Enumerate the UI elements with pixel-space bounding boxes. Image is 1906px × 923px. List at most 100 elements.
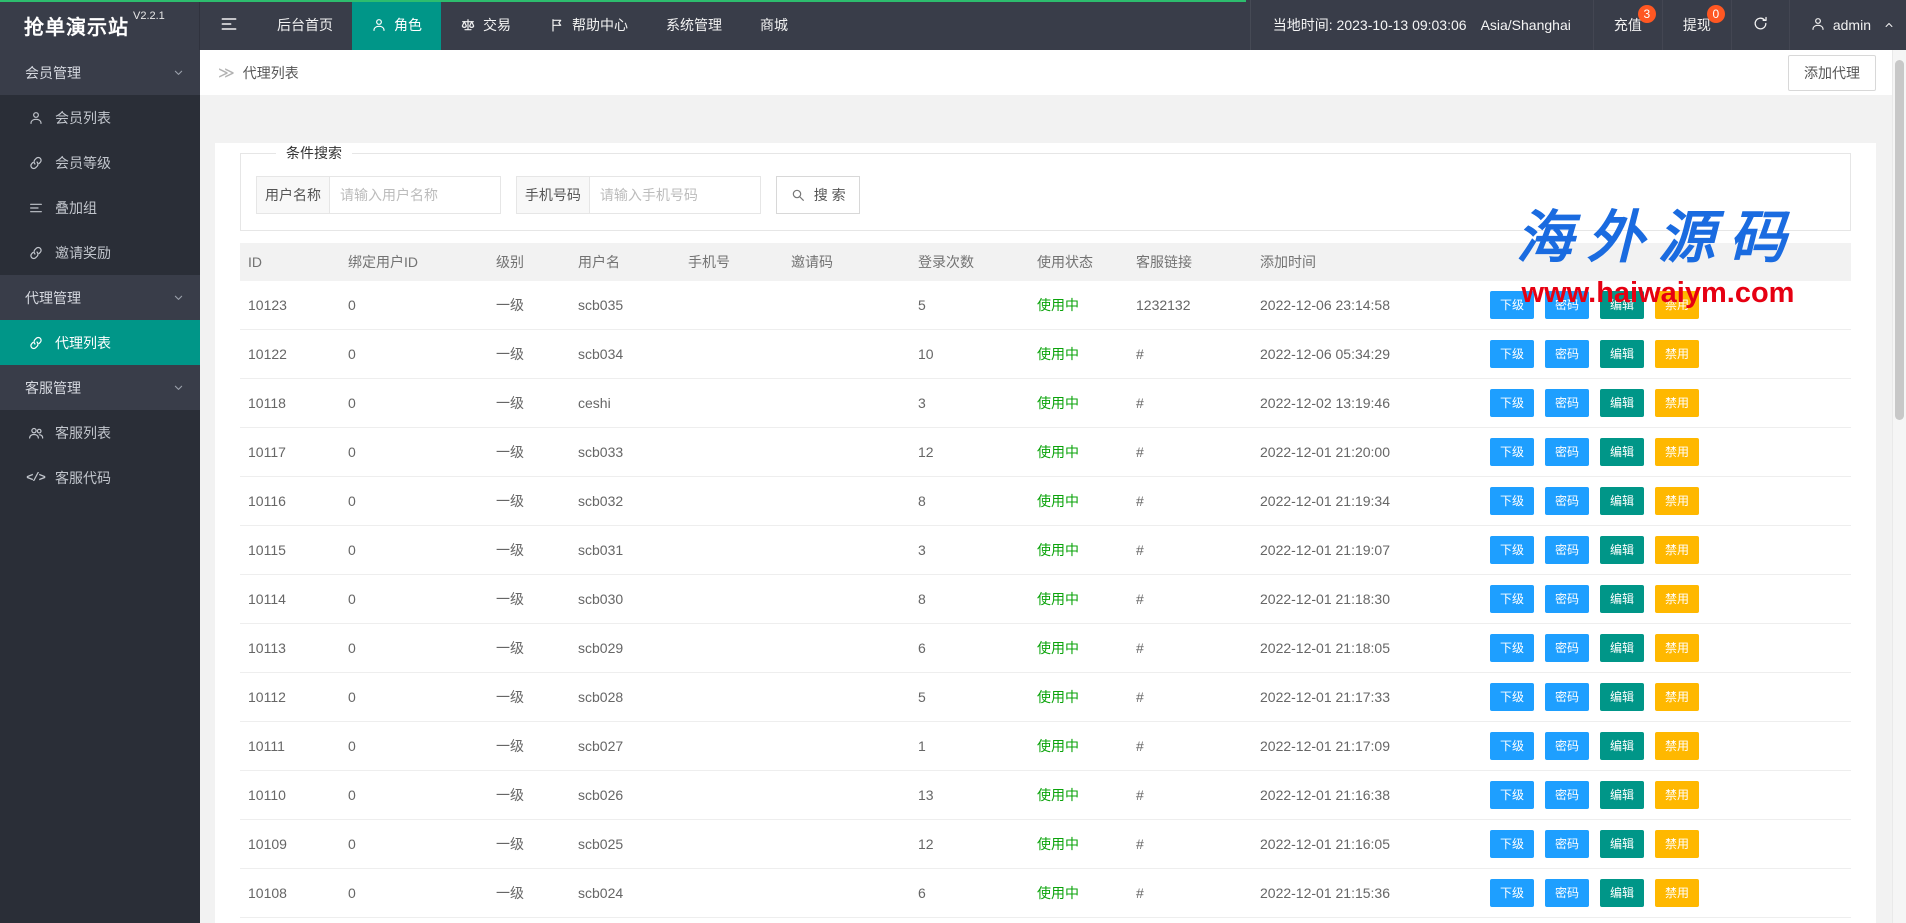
password-button[interactable]: 密码 xyxy=(1545,683,1589,711)
subordinate-button[interactable]: 下级 xyxy=(1490,732,1534,760)
subordinate-button[interactable]: 下级 xyxy=(1490,585,1534,613)
edit-button[interactable]: 编辑 xyxy=(1600,438,1644,466)
disable-button[interactable]: 禁用 xyxy=(1655,340,1699,368)
password-button[interactable]: 密码 xyxy=(1545,830,1589,858)
subordinate-button[interactable]: 下级 xyxy=(1490,487,1534,515)
chevron-up-icon xyxy=(1882,18,1896,32)
edit-button[interactable]: 编辑 xyxy=(1600,291,1644,319)
disable-button[interactable]: 禁用 xyxy=(1655,830,1699,858)
subordinate-button[interactable]: 下级 xyxy=(1490,536,1534,564)
sidebar-item-会员等级[interactable]: 会员等级 xyxy=(0,140,200,185)
disable-button[interactable]: 禁用 xyxy=(1655,732,1699,760)
topnav-item-角色[interactable]: 角色 xyxy=(352,0,441,50)
disable-button[interactable]: 禁用 xyxy=(1655,879,1699,907)
password-button[interactable]: 密码 xyxy=(1545,291,1589,319)
topnav-item-label: 后台首页 xyxy=(277,15,333,35)
scrollbar-thumb[interactable] xyxy=(1895,60,1904,420)
subordinate-button[interactable]: 下级 xyxy=(1490,683,1534,711)
sidebar-item-客服代码[interactable]: </>客服代码 xyxy=(0,455,200,500)
disable-button[interactable]: 禁用 xyxy=(1655,634,1699,662)
sidebar-item-会员列表[interactable]: 会员列表 xyxy=(0,95,200,140)
sidebar-item-客服列表[interactable]: 客服列表 xyxy=(0,410,200,455)
password-button[interactable]: 密码 xyxy=(1545,585,1589,613)
topnav-item-系统管理[interactable]: 系统管理 xyxy=(647,0,741,50)
password-button[interactable]: 密码 xyxy=(1545,781,1589,809)
sidebar-group-会员管理[interactable]: 会员管理 xyxy=(0,50,200,95)
admin-menu[interactable]: admin xyxy=(1789,0,1906,50)
topnav-items: 后台首页角色交易帮助中心系统管理商城 xyxy=(258,0,807,50)
disable-button[interactable]: 禁用 xyxy=(1655,585,1699,613)
cell-created_at: 2022-12-02 13:19:46 xyxy=(1252,395,1482,411)
subordinate-button[interactable]: 下级 xyxy=(1490,438,1534,466)
username-input[interactable] xyxy=(330,177,500,213)
cell-username: scb029 xyxy=(570,640,680,656)
disable-button[interactable]: 禁用 xyxy=(1655,487,1699,515)
password-button[interactable]: 密码 xyxy=(1545,438,1589,466)
password-button[interactable]: 密码 xyxy=(1545,732,1589,760)
cell-login_count: 1 xyxy=(910,738,1029,754)
refresh-button[interactable] xyxy=(1731,0,1789,50)
subordinate-button[interactable]: 下级 xyxy=(1490,340,1534,368)
topnav-item-交易[interactable]: 交易 xyxy=(441,0,530,50)
cell-id: 10109 xyxy=(240,836,340,852)
sidebar-item-代理列表[interactable]: 代理列表 xyxy=(0,320,200,365)
sidebar-group-代理管理[interactable]: 代理管理 xyxy=(0,275,200,320)
flag-icon xyxy=(549,17,565,33)
edit-button[interactable]: 编辑 xyxy=(1600,389,1644,417)
collapse-sidebar-button[interactable] xyxy=(200,0,258,50)
edit-button[interactable]: 编辑 xyxy=(1600,781,1644,809)
topnav-item-帮助中心[interactable]: 帮助中心 xyxy=(530,0,647,50)
password-button[interactable]: 密码 xyxy=(1545,340,1589,368)
table-body: 101230一级scb0355使用中12321322022-12-06 23:1… xyxy=(240,281,1851,918)
disable-button[interactable]: 禁用 xyxy=(1655,683,1699,711)
edit-button[interactable]: 编辑 xyxy=(1600,634,1644,662)
table-row: 101230一级scb0355使用中12321322022-12-06 23:1… xyxy=(240,281,1851,330)
subordinate-button[interactable]: 下级 xyxy=(1490,291,1534,319)
edit-button[interactable]: 编辑 xyxy=(1600,340,1644,368)
edit-button[interactable]: 编辑 xyxy=(1600,830,1644,858)
subordinate-button[interactable]: 下级 xyxy=(1490,830,1534,858)
cell-created_at: 2022-12-01 21:15:36 xyxy=(1252,885,1482,901)
chevron-down-icon xyxy=(171,380,186,395)
edit-button[interactable]: 编辑 xyxy=(1600,585,1644,613)
edit-button[interactable]: 编辑 xyxy=(1600,683,1644,711)
brand-logo[interactable]: 抢单演示站 V2.2.1 xyxy=(0,0,200,50)
sidebar-group-客服管理[interactable]: 客服管理 xyxy=(0,365,200,410)
disable-button[interactable]: 禁用 xyxy=(1655,389,1699,417)
phone-input[interactable] xyxy=(590,177,760,213)
password-button[interactable]: 密码 xyxy=(1545,879,1589,907)
add-agent-button[interactable]: 添加代理 xyxy=(1788,55,1876,91)
sidebar-item-label: 会员等级 xyxy=(55,153,111,173)
agent-list-card: 条件搜索 用户名称 手机号码 搜 索 ID绑定用户ID级别用户名手机号邀请码登录… xyxy=(215,143,1876,923)
edit-button[interactable]: 编辑 xyxy=(1600,732,1644,760)
subordinate-button[interactable]: 下级 xyxy=(1490,781,1534,809)
cell-service_link: # xyxy=(1128,885,1252,901)
subordinate-button[interactable]: 下级 xyxy=(1490,879,1534,907)
topnav-item-商城[interactable]: 商城 xyxy=(741,0,807,50)
disable-button[interactable]: 禁用 xyxy=(1655,536,1699,564)
user-icon xyxy=(1810,16,1826,35)
edit-button[interactable]: 编辑 xyxy=(1600,536,1644,564)
withdraw-button[interactable]: 提现 0 xyxy=(1662,0,1731,50)
search-icon xyxy=(790,187,806,203)
cell-service_link: # xyxy=(1128,689,1252,705)
search-button[interactable]: 搜 索 xyxy=(776,176,860,214)
disable-button[interactable]: 禁用 xyxy=(1655,438,1699,466)
disable-button[interactable]: 禁用 xyxy=(1655,291,1699,319)
cell-login_count: 10 xyxy=(910,346,1029,362)
edit-button[interactable]: 编辑 xyxy=(1600,487,1644,515)
sidebar-item-邀请奖励[interactable]: 邀请奖励 xyxy=(0,230,200,275)
recharge-button[interactable]: 充值 3 xyxy=(1593,0,1662,50)
password-button[interactable]: 密码 xyxy=(1545,634,1589,662)
breadcrumb-bar: ≫ 代理列表 添加代理 xyxy=(200,50,1906,95)
subordinate-button[interactable]: 下级 xyxy=(1490,634,1534,662)
cell-login_count: 12 xyxy=(910,444,1029,460)
password-button[interactable]: 密码 xyxy=(1545,487,1589,515)
sidebar-item-叠加组[interactable]: 叠加组 xyxy=(0,185,200,230)
password-button[interactable]: 密码 xyxy=(1545,536,1589,564)
edit-button[interactable]: 编辑 xyxy=(1600,879,1644,907)
disable-button[interactable]: 禁用 xyxy=(1655,781,1699,809)
subordinate-button[interactable]: 下级 xyxy=(1490,389,1534,417)
password-button[interactable]: 密码 xyxy=(1545,389,1589,417)
topnav-item-后台首页[interactable]: 后台首页 xyxy=(258,0,352,50)
